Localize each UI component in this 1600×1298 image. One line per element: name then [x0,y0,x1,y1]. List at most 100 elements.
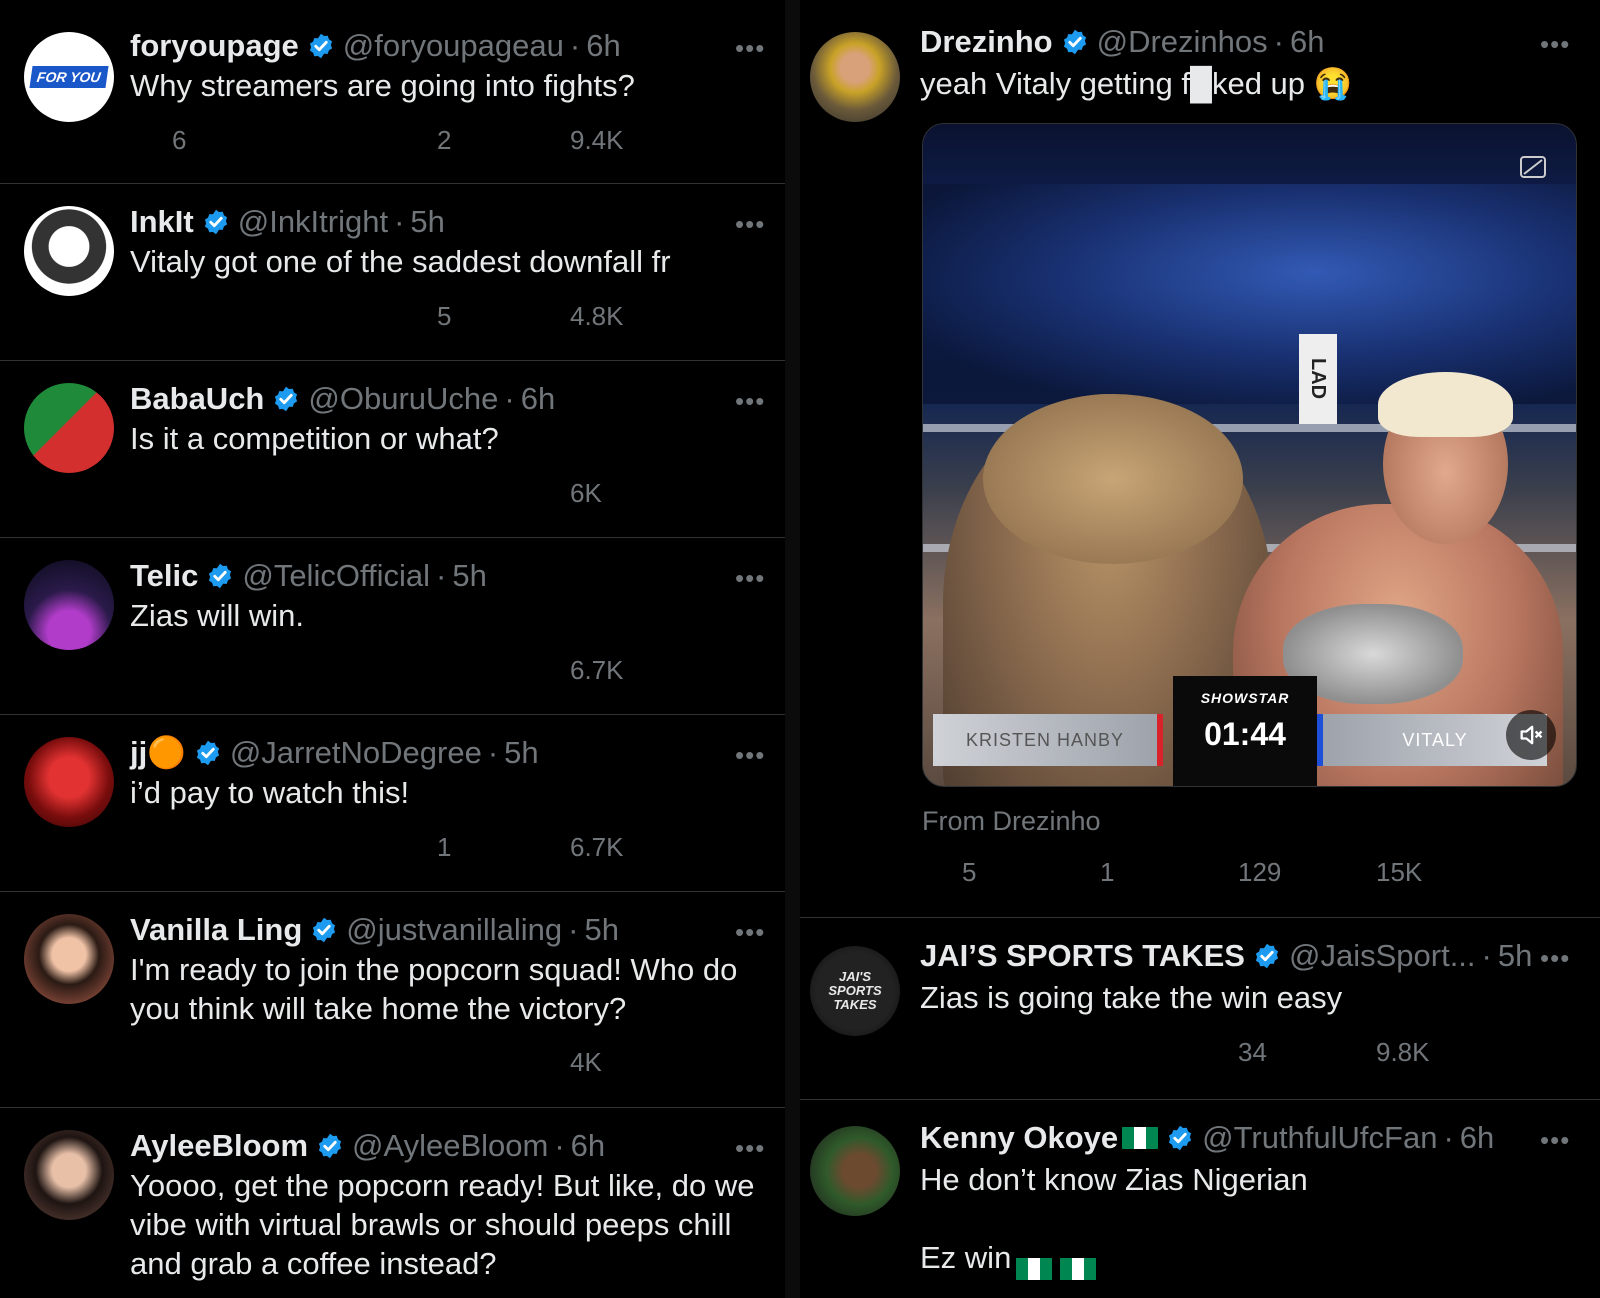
repost-button[interactable] [262,473,304,513]
more-icon[interactable]: ••• [1540,1127,1570,1153]
share-button[interactable] [1540,1032,1582,1072]
views-button[interactable]: 4.8K [528,296,624,336]
reply-button[interactable]: 5 [920,852,976,892]
like-button[interactable]: 5 [395,296,451,336]
tweet[interactable]: BabaUch @OburuUche · 6h ••• Is it a comp… [0,361,785,538]
avatar[interactable]: FOR YOU [24,32,114,122]
display-name[interactable]: Telic [130,558,198,594]
more-icon[interactable]: ••• [735,388,765,414]
display-name[interactable]: JAI’S SPORTS TAKES [920,938,1245,974]
handle[interactable]: @AyleeBloom [352,1128,548,1164]
bookmark-button[interactable] [1476,1032,1518,1072]
bookmark-button[interactable] [660,1042,702,1082]
handle[interactable]: @InkItright [238,204,388,240]
tweet[interactable]: FOR YOU foryoupage @foryoupageau · 6h ••… [0,22,785,184]
timestamp[interactable]: 5h [504,735,538,771]
bookmark-button[interactable] [660,650,702,690]
repost-button[interactable] [1058,1032,1100,1072]
video-player[interactable]: LAD KRISTEN HANBY SHOWSTAR 01:44 VITALY [922,123,1577,787]
repost-button[interactable]: 1 [1058,852,1114,892]
more-icon[interactable]: ••• [735,211,765,237]
handle[interactable]: @TruthfulUfcFan [1202,1120,1437,1156]
like-button[interactable] [395,650,437,690]
display-name[interactable]: Vanilla Ling [130,912,302,948]
views-button[interactable]: 6K [528,473,602,513]
timestamp[interactable]: 5h [452,558,486,594]
like-button[interactable]: 129 [1196,852,1281,892]
timestamp[interactable]: 6h [1460,1120,1494,1156]
handle[interactable]: @JaisSport... [1289,938,1476,974]
views-button[interactable]: 15K [1334,852,1422,892]
like-button[interactable]: 34 [1196,1032,1267,1072]
avatar[interactable] [810,1126,900,1216]
bookmark-button[interactable] [1476,852,1518,892]
display-name[interactable]: Drezinho [920,24,1053,60]
avatar[interactable] [24,737,114,827]
display-name[interactable]: jj🟠 [130,735,186,771]
bookmark-button[interactable] [660,296,702,336]
views-button[interactable]: 9.8K [1334,1032,1430,1072]
repost-button[interactable] [262,1042,304,1082]
avatar[interactable] [24,383,114,473]
reply-button[interactable] [130,827,172,867]
avatar[interactable]: JAI'S SPORTS TAKES [810,946,900,1036]
more-icon[interactable]: ••• [735,1135,765,1161]
repost-button[interactable] [262,296,304,336]
timestamp[interactable]: 6h [521,381,555,417]
more-icon[interactable]: ••• [735,35,765,61]
more-icon[interactable]: ••• [735,742,765,768]
share-button[interactable] [720,827,762,867]
avatar[interactable] [24,1130,114,1220]
views-button[interactable]: 6.7K [528,650,624,690]
reply-button[interactable] [130,473,172,513]
reply-button[interactable] [130,1042,172,1082]
views-button[interactable]: 9.4K [528,120,624,160]
avatar[interactable] [24,206,114,296]
avatar[interactable] [24,914,114,1004]
mute-button[interactable] [1506,710,1556,760]
reply-button[interactable] [920,1032,962,1072]
views-button[interactable]: 6.7K [528,827,624,867]
views-button[interactable]: 4K [528,1042,602,1082]
bookmark-button[interactable] [660,827,702,867]
display-name[interactable]: BabaUch [130,381,264,417]
handle[interactable]: @Drezinhos [1097,24,1268,60]
tweet[interactable]: Kenny Okoye @TruthfulUfcFan · 6h ••• He … [800,1100,1600,1298]
video-attribution[interactable]: From Drezinho [922,806,1101,837]
timestamp[interactable]: 6h [1290,24,1324,60]
timestamp[interactable]: 6h [571,1128,605,1164]
display-name[interactable]: Kenny Okoye [920,1120,1118,1156]
tweet[interactable]: jj🟠 @JarretNoDegree · 5h ••• i’d pay to … [0,715,785,892]
handle[interactable]: @justvanillaling [346,912,562,948]
captions-icon[interactable] [1520,156,1546,178]
more-icon[interactable]: ••• [1540,31,1570,57]
tweet[interactable]: Vanilla Ling @justvanillaling · 5h ••• I… [0,892,785,1108]
more-icon[interactable]: ••• [735,565,765,591]
more-icon[interactable]: ••• [735,919,765,945]
tweet[interactable]: AyleeBloom @AyleeBloom · 6h ••• Yoooo, g… [0,1108,785,1298]
more-icon[interactable]: ••• [1540,945,1570,971]
repost-button[interactable] [262,650,304,690]
like-button[interactable] [395,473,437,513]
share-button[interactable] [720,650,762,690]
tweet[interactable]: Telic @TelicOfficial · 5h ••• Zias will … [0,538,785,715]
handle[interactable]: @TelicOfficial [242,558,430,594]
bookmark-button[interactable] [660,473,702,513]
like-button[interactable] [395,1042,437,1082]
like-button[interactable]: 2 [395,120,451,160]
handle[interactable]: @foryoupageau [343,28,564,64]
share-button[interactable] [720,296,762,336]
share-button[interactable] [720,120,762,160]
display-name[interactable]: foryoupage [130,28,299,64]
display-name[interactable]: AyleeBloom [130,1128,308,1164]
avatar[interactable] [24,560,114,650]
timestamp[interactable]: 5h [584,912,618,948]
share-button[interactable] [720,473,762,513]
handle[interactable]: @JarretNoDegree [230,735,482,771]
reply-button[interactable] [130,650,172,690]
share-button[interactable] [1540,852,1582,892]
display-name[interactable]: InkIt [130,204,194,240]
repost-button[interactable] [262,827,304,867]
tweet[interactable]: InkIt @InkItright · 5h ••• Vitaly got on… [0,184,785,361]
handle[interactable]: @OburuUche [308,381,498,417]
